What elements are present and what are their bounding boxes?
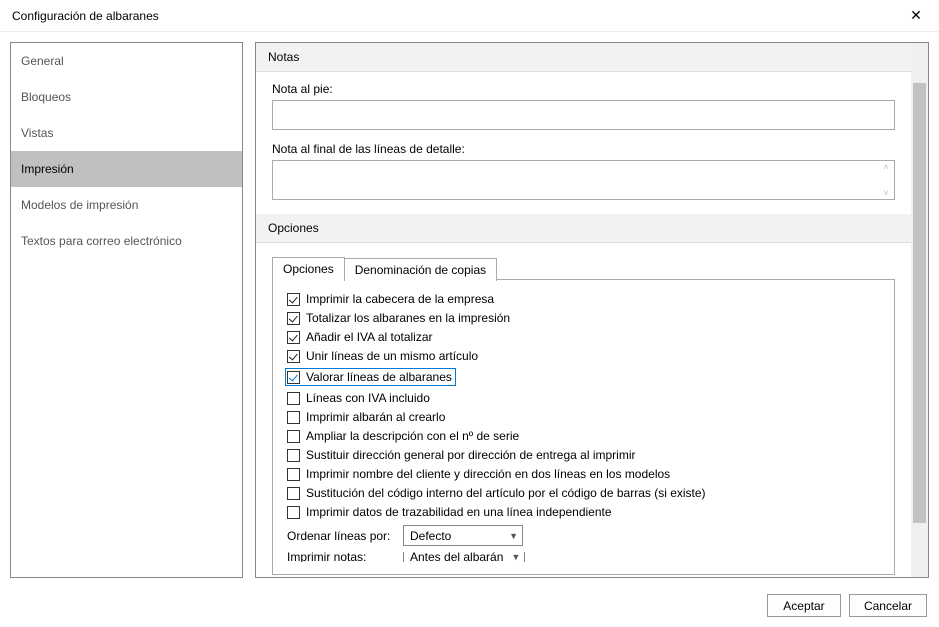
nota-final-input[interactable]: ˄ ˅ (272, 160, 895, 200)
checkbox-icon (287, 487, 300, 500)
sidebar-item-modelos[interactable]: Modelos de impresión (11, 187, 242, 223)
section-header-opciones: Opciones (256, 214, 911, 243)
content-panel: Notas Nota al pie: Nota al final de las … (255, 42, 929, 578)
nota-pie-input[interactable] (272, 100, 895, 130)
textarea-scrollbar[interactable]: ˄ ˅ (879, 162, 893, 198)
checkbox-label: Valorar líneas de albaranes (306, 370, 452, 384)
checkbox-row-totalizar[interactable]: Totalizar los albaranes en la impresión (287, 311, 880, 325)
section-body-notas: Nota al pie: Nota al final de las líneas… (256, 72, 911, 214)
imprimir-notas-label: Imprimir notas: (287, 552, 393, 562)
checkbox-label: Sustituir dirección general por direcció… (306, 448, 635, 462)
section-body-opciones: Opciones Denominación de copias Imprimir… (256, 243, 911, 577)
tab-opciones[interactable]: Opciones (272, 257, 345, 280)
content-scroll-area: Notas Nota al pie: Nota al final de las … (256, 43, 911, 577)
imprimir-notas-combo[interactable]: Antes del albarán ▼ (403, 552, 525, 562)
sidebar-item-bloqueos[interactable]: Bloqueos (11, 79, 242, 115)
checkbox-row-sustituir-direccion[interactable]: Sustituir dirección general por direcció… (287, 448, 880, 462)
checkbox-row-imprimir-cabecera[interactable]: Imprimir la cabecera de la empresa (287, 292, 880, 306)
accept-button[interactable]: Aceptar (767, 594, 841, 617)
section-header-notas: Notas (256, 43, 911, 72)
tab-denominacion-copias[interactable]: Denominación de copias (344, 258, 497, 281)
sidebar-item-vistas[interactable]: Vistas (11, 115, 242, 151)
scroll-down-icon: ˅ (883, 188, 888, 198)
checkbox-row-imprimir-trazabilidad[interactable]: Imprimir datos de trazabilidad en una lí… (287, 505, 880, 519)
footer: Aceptar Cancelar (767, 594, 927, 617)
tabpanel-opciones: Imprimir la cabecera de la empresa Total… (272, 279, 895, 575)
main-area: General Bloqueos Vistas Impresión Modelo… (0, 32, 939, 588)
checkbox-label: Imprimir datos de trazabilidad en una lí… (306, 505, 612, 519)
checkbox-icon (287, 468, 300, 481)
close-button[interactable]: ✕ (893, 0, 939, 32)
checkbox-label: Totalizar los albaranes en la impresión (306, 311, 510, 325)
checkbox-icon (287, 293, 300, 306)
sidebar-item-textos-correo[interactable]: Textos para correo electrónico (11, 223, 242, 259)
window-title: Configuración de albaranes (12, 9, 159, 23)
checkbox-icon (287, 392, 300, 405)
checkbox-row-lineas-iva[interactable]: Líneas con IVA incluido (287, 391, 880, 405)
sidebar: General Bloqueos Vistas Impresión Modelo… (10, 42, 243, 578)
checkbox-icon (287, 506, 300, 519)
scrollbar-thumb[interactable] (913, 83, 926, 523)
tabs: Opciones Denominación de copias (272, 257, 895, 280)
checkbox-row-valorar-lineas[interactable]: Valorar líneas de albaranes (285, 368, 456, 386)
cancel-button[interactable]: Cancelar (849, 594, 927, 617)
ordenar-lineas-combo[interactable]: Defecto ▼ (403, 525, 523, 546)
checkbox-label: Ampliar la descripción con el nº de seri… (306, 429, 519, 443)
checkbox-row-imprimir-nombre[interactable]: Imprimir nombre del cliente y dirección … (287, 467, 880, 481)
vertical-scrollbar[interactable] (911, 43, 928, 577)
sidebar-item-general[interactable]: General (11, 43, 242, 79)
close-icon: ✕ (910, 7, 922, 24)
combo-value: Antes del albarán (410, 552, 503, 562)
checkbox-row-ampliar-descripcion[interactable]: Ampliar la descripción con el nº de seri… (287, 429, 880, 443)
nota-pie-label: Nota al pie: (272, 82, 895, 96)
checkbox-label: Imprimir nombre del cliente y dirección … (306, 467, 670, 481)
checkbox-label: Sustitución del código interno del artíc… (306, 486, 706, 500)
checkbox-icon (287, 312, 300, 325)
checkbox-label: Imprimir la cabecera de la empresa (306, 292, 494, 306)
sidebar-item-impresion[interactable]: Impresión (11, 151, 242, 187)
checkbox-label: Unir líneas de un mismo artículo (306, 349, 478, 363)
checkbox-label: Añadir el IVA al totalizar (306, 330, 433, 344)
checkbox-icon (287, 371, 300, 384)
ordenar-lineas-label: Ordenar líneas por: (287, 529, 393, 543)
checkbox-icon (287, 331, 300, 344)
checkbox-label: Líneas con IVA incluido (306, 391, 430, 405)
combo-value: Defecto (410, 529, 451, 543)
checkbox-row-imprimir-crearlo[interactable]: Imprimir albarán al crearlo (287, 410, 880, 424)
checkbox-row-anadir-iva[interactable]: Añadir el IVA al totalizar (287, 330, 880, 344)
checkbox-row-sustitucion-codigo[interactable]: Sustitución del código interno del artíc… (287, 486, 880, 500)
checkbox-icon (287, 350, 300, 363)
checkbox-icon (287, 430, 300, 443)
ordenar-lineas-row: Ordenar líneas por: Defecto ▼ (287, 525, 880, 546)
titlebar: Configuración de albaranes ✕ (0, 0, 939, 32)
checkbox-icon (287, 411, 300, 424)
nota-final-label: Nota al final de las líneas de detalle: (272, 142, 895, 156)
checkbox-label: Imprimir albarán al crearlo (306, 410, 445, 424)
chevron-down-icon: ▼ (511, 552, 520, 562)
scroll-up-icon: ˄ (883, 162, 888, 172)
checkbox-icon (287, 449, 300, 462)
imprimir-notas-row: Imprimir notas: Antes del albarán ▼ (287, 552, 880, 562)
checkbox-row-unir-lineas[interactable]: Unir líneas de un mismo artículo (287, 349, 880, 363)
chevron-down-icon: ▼ (509, 531, 518, 541)
